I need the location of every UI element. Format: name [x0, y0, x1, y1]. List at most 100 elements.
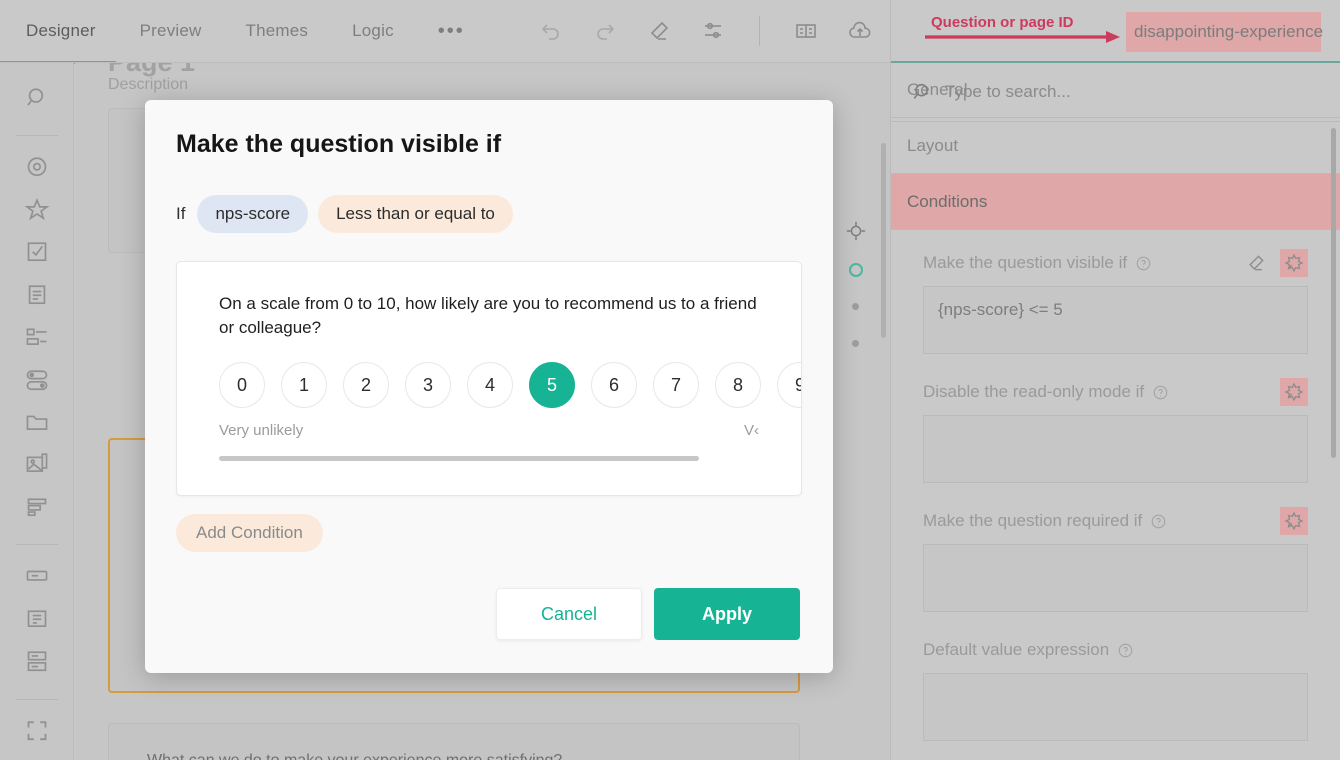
eraser-icon	[1246, 253, 1266, 273]
search-icon[interactable]	[24, 85, 50, 110]
canvas-scrollbar[interactable]	[881, 143, 886, 338]
annotation-label: Question or page ID	[931, 14, 1074, 31]
properties-panel-scrollbar[interactable]	[1331, 128, 1336, 458]
rating-option-3[interactable]: 3	[405, 362, 451, 408]
ranking-icon[interactable]	[24, 494, 50, 519]
condition-operator-select[interactable]: Less than or equal to	[318, 195, 513, 233]
nps-horizontal-scrollbar[interactable]	[219, 456, 699, 461]
page-description: Description	[108, 76, 188, 94]
dot-marker-2[interactable]	[852, 340, 859, 347]
more-tabs-button[interactable]: •••	[438, 20, 465, 43]
tab-logic[interactable]: Logic	[352, 21, 394, 41]
clear-visible-if-button[interactable]	[1242, 249, 1270, 277]
expand-icon[interactable]	[24, 718, 50, 743]
apply-button[interactable]: Apply	[654, 588, 800, 640]
rating-option-6[interactable]: 6	[591, 362, 637, 408]
tab-preview[interactable]: Preview	[140, 21, 202, 41]
condition-value-question-panel: On a scale from 0 to 10, how likely are …	[176, 261, 802, 496]
rating-option-8[interactable]: 8	[715, 362, 761, 408]
open-readonly-builder-button[interactable]	[1280, 378, 1308, 406]
tab-themes[interactable]: Themes	[246, 21, 309, 41]
required-if-input[interactable]	[923, 544, 1308, 612]
rating-option-1[interactable]: 1	[281, 362, 327, 408]
help-circle-icon[interactable]	[1118, 643, 1133, 658]
rail-divider	[16, 135, 58, 136]
app-root: Designer Preview Themes Logic •••	[0, 0, 1340, 760]
preview-book-icon[interactable]	[794, 19, 818, 43]
field-default-value-header: Default value expression	[923, 635, 1308, 665]
condition-operand-select[interactable]: nps-score	[197, 195, 308, 233]
accordion-item-layout[interactable]: Layout	[891, 118, 1340, 174]
open-required-builder-button[interactable]	[1280, 507, 1308, 535]
rating-option-5-selected[interactable]: 5	[529, 362, 575, 408]
cancel-button[interactable]: Cancel	[496, 588, 642, 640]
help-circle-icon[interactable]	[1151, 514, 1166, 529]
modal-title: Make the question visible if	[176, 130, 833, 159]
condition-if-label: If	[176, 204, 185, 224]
modal-footer: Cancel Apply	[145, 588, 833, 673]
nps-max-label: V‹	[744, 422, 759, 439]
field-readonly-if-label: Disable the read-only mode if	[923, 382, 1144, 402]
field-default-value-expression: Default value expression	[891, 617, 1340, 746]
matrix-icon[interactable]	[24, 324, 50, 349]
rating-option-2[interactable]: 2	[343, 362, 389, 408]
visible-if-input[interactable]	[923, 286, 1308, 354]
question-id-field[interactable]: disappointing-experience	[1126, 12, 1321, 52]
field-readonly-if-actions	[1280, 378, 1308, 406]
condition-row: If nps-score Less than or equal to	[176, 195, 833, 233]
target-icon[interactable]	[845, 220, 867, 242]
default-value-input[interactable]	[923, 673, 1308, 741]
readonly-if-input[interactable]	[923, 415, 1308, 483]
star-icon[interactable]	[24, 197, 50, 222]
question-card-3[interactable]: What can we do to make your experience m…	[108, 723, 800, 760]
accordion-item-conditions[interactable]: Conditions	[891, 174, 1340, 230]
folder-icon[interactable]	[24, 409, 50, 434]
ring-marker[interactable]	[849, 263, 863, 277]
undo-icon[interactable]	[539, 19, 563, 43]
properties-panel: Question or page ID disappointing-experi…	[890, 0, 1340, 760]
image-panel-icon[interactable]	[24, 451, 50, 476]
field-default-value-label: Default value expression	[923, 640, 1109, 660]
field-required-if: Make the question required if	[891, 488, 1340, 617]
dropdown-list-icon[interactable]	[24, 282, 50, 307]
nps-scale-labels: Very unlikely V‹	[219, 422, 759, 439]
toolbar-divider	[759, 16, 760, 46]
rail-divider-2	[16, 544, 58, 545]
help-circle-icon[interactable]	[1153, 385, 1168, 400]
magic-wand-icon	[1284, 511, 1304, 531]
condition-builder-modal: Make the question visible if If nps-scor…	[145, 100, 833, 673]
dot-marker-1[interactable]	[852, 303, 859, 310]
rating-option-9[interactable]: 9	[777, 362, 802, 408]
add-condition-button[interactable]: Add Condition	[176, 514, 323, 552]
right-arrow-annotation-icon	[923, 30, 1123, 44]
field-visible-if-actions	[1242, 249, 1308, 277]
question-card-3-title: What can we do to make your experience m…	[147, 752, 562, 760]
text-field-icon[interactable]	[24, 563, 50, 588]
top-toolbar: Designer Preview Themes Logic •••	[0, 0, 890, 62]
rating-option-0[interactable]: 0	[219, 362, 265, 408]
redo-icon[interactable]	[593, 19, 617, 43]
tab-designer[interactable]: Designer	[26, 21, 96, 41]
help-circle-icon[interactable]	[1136, 256, 1151, 271]
nps-min-label: Very unlikely	[219, 422, 303, 439]
checkbox-icon[interactable]	[24, 239, 50, 264]
field-readonly-if: Disable the read-only mode if	[891, 359, 1340, 488]
open-condition-builder-button[interactable]	[1280, 249, 1308, 277]
search-icon	[911, 81, 933, 103]
multi-text-icon[interactable]	[24, 648, 50, 673]
radio-circle-icon[interactable]	[24, 154, 50, 179]
question-id-value: disappointing-experience	[1134, 22, 1323, 42]
upload-cloud-icon[interactable]	[848, 19, 872, 43]
nps-rating-row: 0 1 2 3 4 5 6 7 8 9	[219, 362, 801, 408]
field-required-if-label: Make the question required if	[923, 511, 1142, 531]
toggle-switch-icon[interactable]	[24, 367, 50, 392]
rating-option-7[interactable]: 7	[653, 362, 699, 408]
magic-wand-icon	[1284, 382, 1304, 402]
properties-panel-header: Question or page ID disappointing-experi…	[891, 0, 1340, 62]
comment-box-icon[interactable]	[24, 606, 50, 631]
search-input[interactable]	[945, 82, 1245, 102]
eraser-icon[interactable]	[647, 19, 671, 43]
nps-question-text: On a scale from 0 to 10, how likely are …	[219, 292, 765, 340]
settings-sliders-icon[interactable]	[701, 19, 725, 43]
rating-option-4[interactable]: 4	[467, 362, 513, 408]
